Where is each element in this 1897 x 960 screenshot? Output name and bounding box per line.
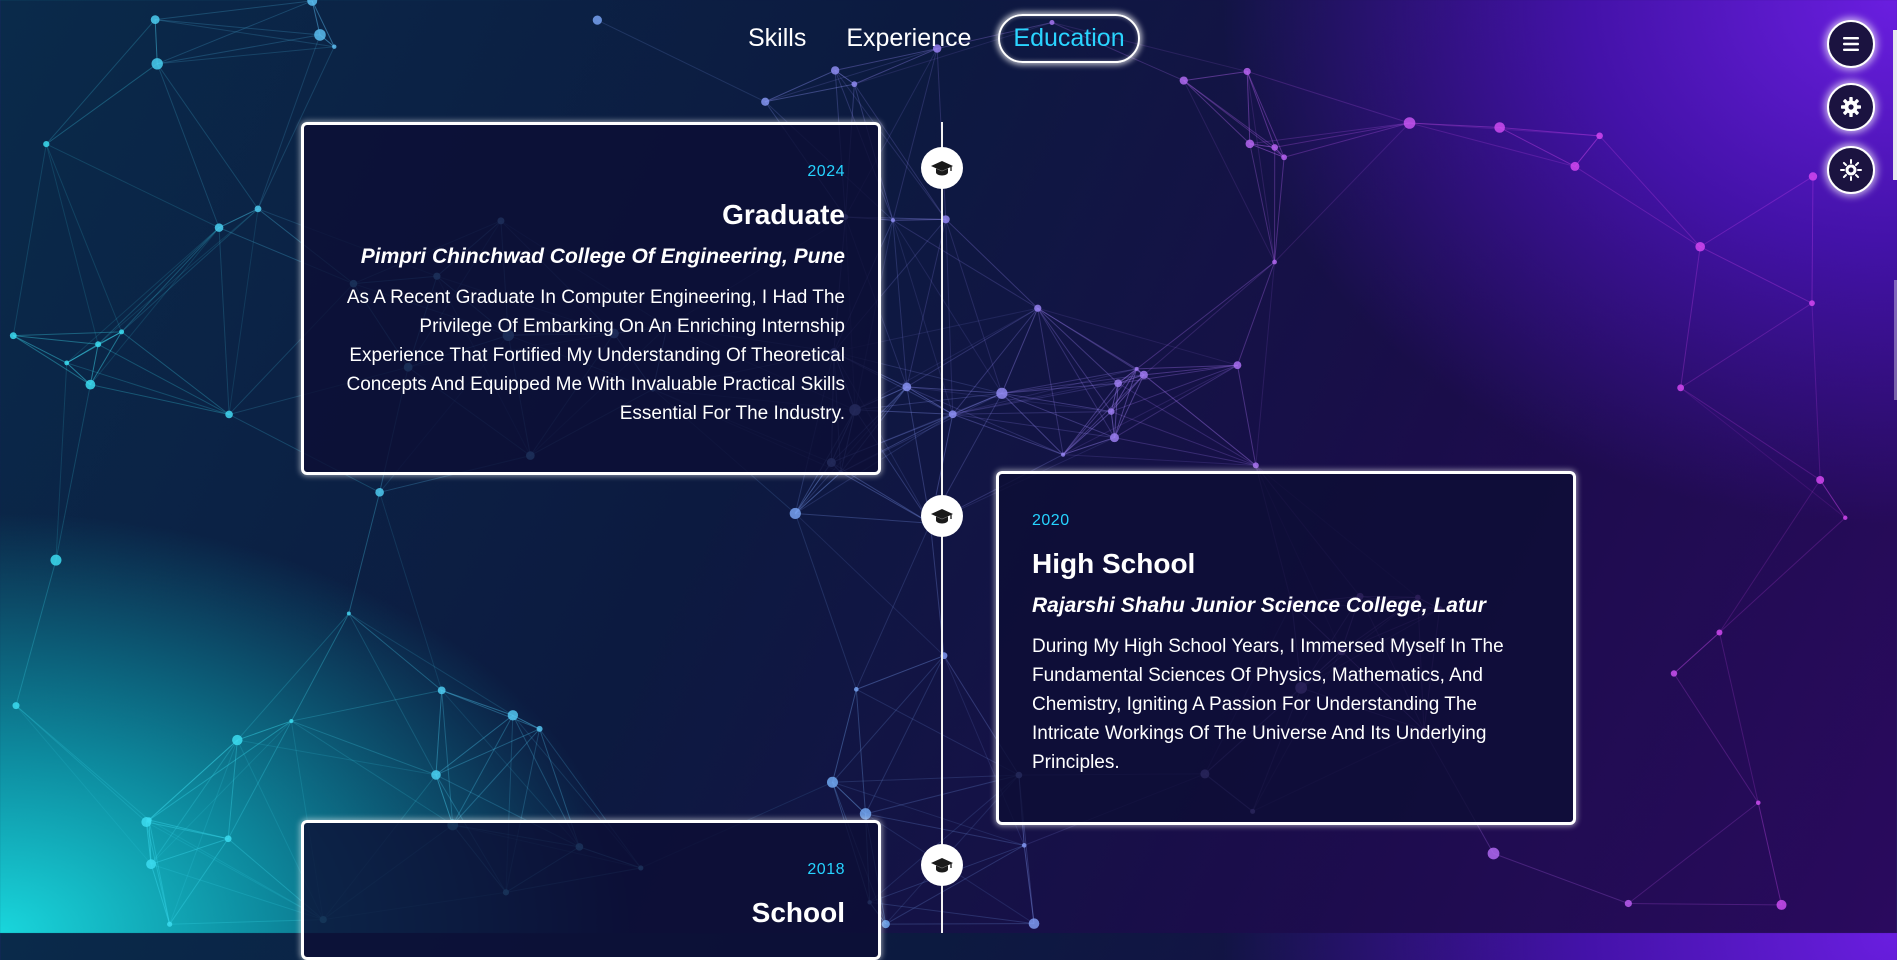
timeline-marker	[921, 844, 963, 886]
education-institution: Pimpri Chinchwad College Of Engineering,…	[337, 245, 845, 269]
network-background	[0, 0, 1897, 933]
graduation-cap-icon	[930, 156, 954, 180]
theme-toggle-button[interactable]	[1827, 146, 1875, 194]
education-card: 2020 High School Rajarshi Shahu Junior S…	[996, 471, 1576, 825]
section-nav: Skills Experience Education	[735, 14, 1140, 63]
education-description: During My High School Years, I Immersed …	[1032, 632, 1540, 777]
education-degree: Graduate	[337, 199, 845, 231]
nav-education[interactable]: Education	[998, 14, 1139, 63]
menu-button[interactable]	[1827, 20, 1875, 68]
timeline-marker	[921, 147, 963, 189]
education-year: 2020	[1032, 512, 1540, 530]
settings-gear-icon	[1839, 95, 1863, 119]
theme-toggle-icon	[1839, 158, 1863, 182]
education-card: 2024 Graduate Pimpri Chinchwad College O…	[301, 122, 881, 475]
graduation-cap-icon	[930, 504, 954, 528]
education-year: 2018	[337, 861, 845, 879]
education-degree: School	[337, 897, 845, 929]
education-card: 2018 School	[301, 820, 881, 960]
education-year: 2024	[337, 163, 845, 181]
timeline-marker	[921, 495, 963, 537]
scrollbar-thumb[interactable]	[1893, 30, 1897, 180]
education-institution: Rajarshi Shahu Junior Science College, L…	[1032, 594, 1540, 618]
education-degree: High School	[1032, 548, 1540, 580]
graduation-cap-icon	[930, 853, 954, 877]
nav-experience[interactable]: Experience	[833, 16, 984, 61]
nav-skills[interactable]: Skills	[735, 16, 819, 61]
settings-button[interactable]	[1827, 83, 1875, 131]
education-description: As A Recent Graduate In Computer Enginee…	[337, 283, 845, 428]
menu-icon	[1839, 32, 1863, 56]
